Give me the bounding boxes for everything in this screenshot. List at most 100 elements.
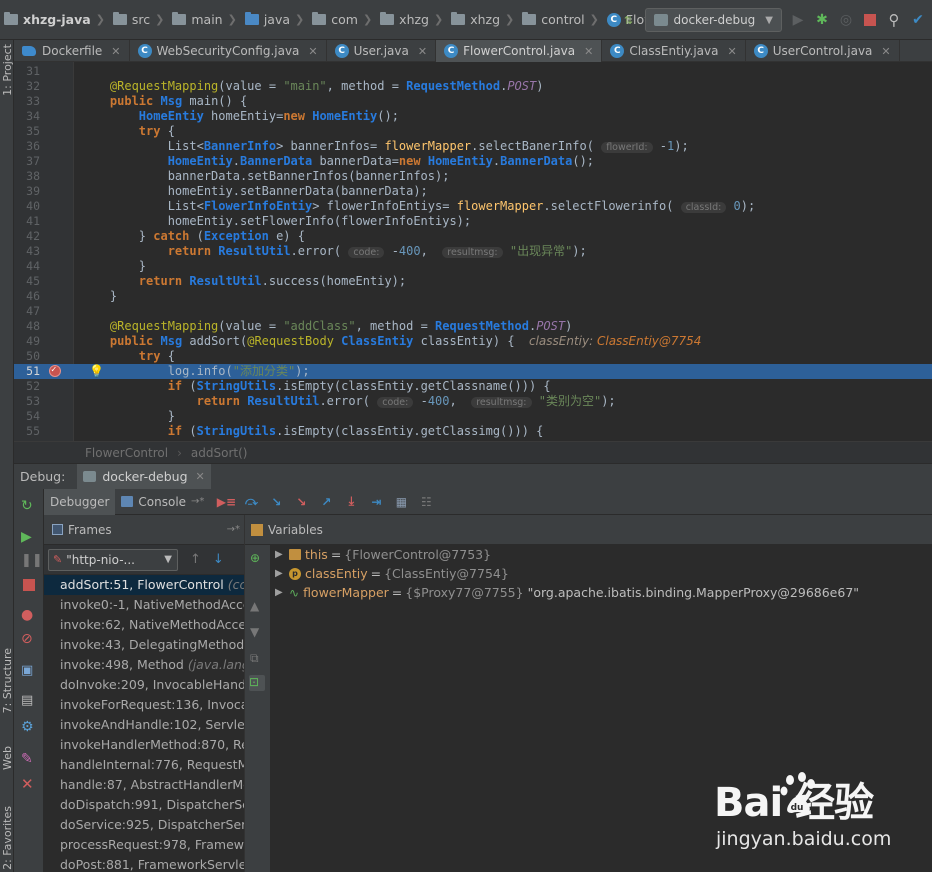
code-line[interactable]: 31	[14, 64, 932, 79]
stack-frame[interactable]: doDispatch:991, DispatcherSe	[44, 795, 244, 815]
line-number[interactable]: 52	[14, 379, 40, 394]
code-line[interactable]: 45 return ResultUtil.success(homeEntiy);	[14, 274, 932, 289]
breadcrumb-com[interactable]: com ❯	[312, 12, 378, 27]
debug-icon[interactable]: ✱	[814, 12, 830, 28]
stack-frame[interactable]: invoke:62, NativeMethodAcce	[44, 615, 244, 635]
camera-icon[interactable]: ▣	[21, 663, 37, 679]
expand-icon[interactable]: ▶	[275, 587, 289, 598]
code-line[interactable]: 35 try {	[14, 124, 932, 139]
close-icon[interactable]: ✕	[111, 45, 120, 58]
breadcrumb-method[interactable]: addSort()	[191, 446, 248, 460]
code-line[interactable]: 51💡 log.info("添加分类");	[14, 363, 932, 379]
code-line[interactable]: 37 HomeEntiy.BannerData bannerData=new H…	[14, 154, 932, 169]
pin-icon[interactable]: ✎	[21, 751, 37, 767]
line-number[interactable]: 46	[14, 289, 40, 304]
pin-icon[interactable]: →*	[227, 524, 240, 535]
tab-websecurityconfig[interactable]: C WebSecurityConfig.java ✕	[130, 40, 327, 62]
close-icon[interactable]: ✕	[308, 45, 317, 58]
line-number[interactable]: 32	[14, 79, 40, 94]
stack-frame[interactable]: invokeForRequest:136, Invoca	[44, 695, 244, 715]
evaluate-expression-icon[interactable]: ▦	[393, 494, 409, 510]
stack-frame[interactable]: invoke:498, Method (java.lang	[44, 655, 244, 675]
favorites-tool-button[interactable]: 2: Favorites	[1, 806, 14, 870]
run-icon[interactable]: ▶	[790, 12, 806, 28]
down-arrow-icon[interactable]: ↓	[213, 552, 224, 567]
stop-icon[interactable]	[21, 577, 37, 593]
code-line[interactable]: 34 HomeEntiy homeEntiy=new HomeEntiy();	[14, 109, 932, 124]
line-number[interactable]: 33	[14, 94, 40, 109]
settings-icon[interactable]: ⚙	[21, 719, 37, 735]
run-to-cursor-icon[interactable]: ⇥	[368, 494, 384, 510]
variable-row[interactable]: ▶ p classEntiy = {ClassEntiy@7754}	[271, 564, 932, 583]
sort-icon[interactable]: ⇅	[621, 12, 637, 28]
breadcrumb-xhzg-2[interactable]: xhzg ❯	[451, 12, 520, 27]
line-number[interactable]: 37	[14, 154, 40, 169]
code-editor[interactable]: 31 32 @RequestMapping(value = "main", met…	[14, 62, 932, 441]
tab-console[interactable]: Console →*	[115, 489, 210, 515]
line-number[interactable]: 38	[14, 169, 40, 184]
breadcrumb-main[interactable]: main ❯	[172, 12, 242, 27]
breakpoint-icon[interactable]	[49, 363, 61, 378]
line-number[interactable]: 44	[14, 259, 40, 274]
code-line[interactable]: 41 homeEntiy.setFlowerInfo(flowerInfoEnt…	[14, 214, 932, 229]
code-line[interactable]: 48 @RequestMapping(value = "addClass", m…	[14, 319, 932, 334]
close-icon[interactable]: ✕	[881, 45, 890, 58]
breadcrumb-project[interactable]: xhzg-java ❯	[4, 12, 111, 27]
line-number[interactable]: 35	[14, 124, 40, 139]
expand-icon[interactable]: ▶	[275, 549, 289, 560]
code-line[interactable]: 46 }	[14, 289, 932, 304]
stack-frame[interactable]: invoke0:-1, NativeMethodAcce	[44, 595, 244, 615]
code-line[interactable]: 52 if (StringUtils.isEmpty(classEntiy.ge…	[14, 379, 932, 394]
rerun-icon[interactable]: ↻	[21, 498, 37, 514]
code-line[interactable]: 50 try {	[14, 349, 932, 364]
code-line[interactable]: 43 return ResultUtil.error( code: -400, …	[14, 244, 932, 259]
move-up-icon[interactable]: ▲	[250, 599, 266, 615]
code-line[interactable]: 32 @RequestMapping(value = "main", metho…	[14, 79, 932, 94]
line-number[interactable]: 31	[14, 64, 40, 79]
line-number[interactable]: 40	[14, 199, 40, 214]
line-number[interactable]: 34	[14, 109, 40, 124]
stack-frame[interactable]: invokeHandlerMethod:870, Re	[44, 735, 244, 755]
stack-frame[interactable]: invoke:43, DelegatingMethodA	[44, 635, 244, 655]
close-icon[interactable]: ✕	[21, 775, 37, 793]
code-line[interactable]: 44 }	[14, 259, 932, 274]
code-line[interactable]: 54 }	[14, 409, 932, 424]
step-over-icon[interactable]: ⤼	[243, 494, 259, 510]
line-number[interactable]: 43	[14, 244, 40, 259]
tab-dockerfile[interactable]: Dockerfile ✕	[14, 40, 130, 62]
mute-breakpoints-icon[interactable]: ⊘	[21, 631, 37, 647]
search-icon[interactable]: ⚲	[886, 11, 902, 29]
breadcrumb-class[interactable]: FlowerControl	[85, 446, 168, 460]
tab-classentiy[interactable]: C ClassEntiy.java ✕	[602, 40, 746, 62]
line-number[interactable]: 50	[14, 349, 40, 364]
show-execution-point-icon[interactable]: ▶≡	[217, 494, 236, 510]
stack-frame[interactable]: invokeAndHandle:102, Servlet	[44, 715, 244, 735]
view-breakpoints-icon[interactable]: ●	[21, 607, 37, 623]
step-into-icon[interactable]: ↘	[268, 494, 284, 510]
stack-frame[interactable]: doPost:881, FrameworkServle	[44, 855, 244, 872]
up-arrow-icon[interactable]: ↑	[190, 552, 201, 567]
stack-frame[interactable]: handle:87, AbstractHandlerMe	[44, 775, 244, 795]
close-icon[interactable]: ✕	[196, 470, 205, 483]
vcs-icon[interactable]: ✔	[910, 12, 926, 28]
close-icon[interactable]: ✕	[418, 45, 427, 58]
line-number[interactable]: 55	[14, 424, 40, 439]
structure-tool-button[interactable]: 7: Structure	[1, 648, 14, 713]
pause-icon[interactable]: ❚❚	[21, 553, 43, 569]
close-icon[interactable]: ✕	[584, 45, 593, 58]
code-line[interactable]: 42 } catch (Exception e) {	[14, 229, 932, 244]
expand-icon[interactable]: ▶	[275, 568, 289, 579]
resume-icon[interactable]: ▶	[21, 529, 37, 545]
stack-frame[interactable]: handleInternal:776, RequestM	[44, 755, 244, 775]
breadcrumb-control[interactable]: control ❯	[522, 12, 605, 27]
tab-debugger[interactable]: Debugger	[44, 488, 116, 515]
run-configuration-select[interactable]: docker-debug ▼	[644, 8, 782, 32]
line-number[interactable]: 47	[14, 304, 40, 319]
profile-icon[interactable]: ◎	[838, 12, 854, 28]
code-line[interactable]: 39 homeEntiy.setBannerData(bannerData);	[14, 184, 932, 199]
line-number[interactable]: 39	[14, 184, 40, 199]
tab-usercontrol[interactable]: C UserControl.java ✕	[746, 40, 900, 62]
trace-icon[interactable]: ☷	[418, 494, 434, 510]
copy-icon[interactable]: ⧉	[250, 651, 266, 667]
stack-frame[interactable]: doInvoke:209, InvocableHand	[44, 675, 244, 695]
